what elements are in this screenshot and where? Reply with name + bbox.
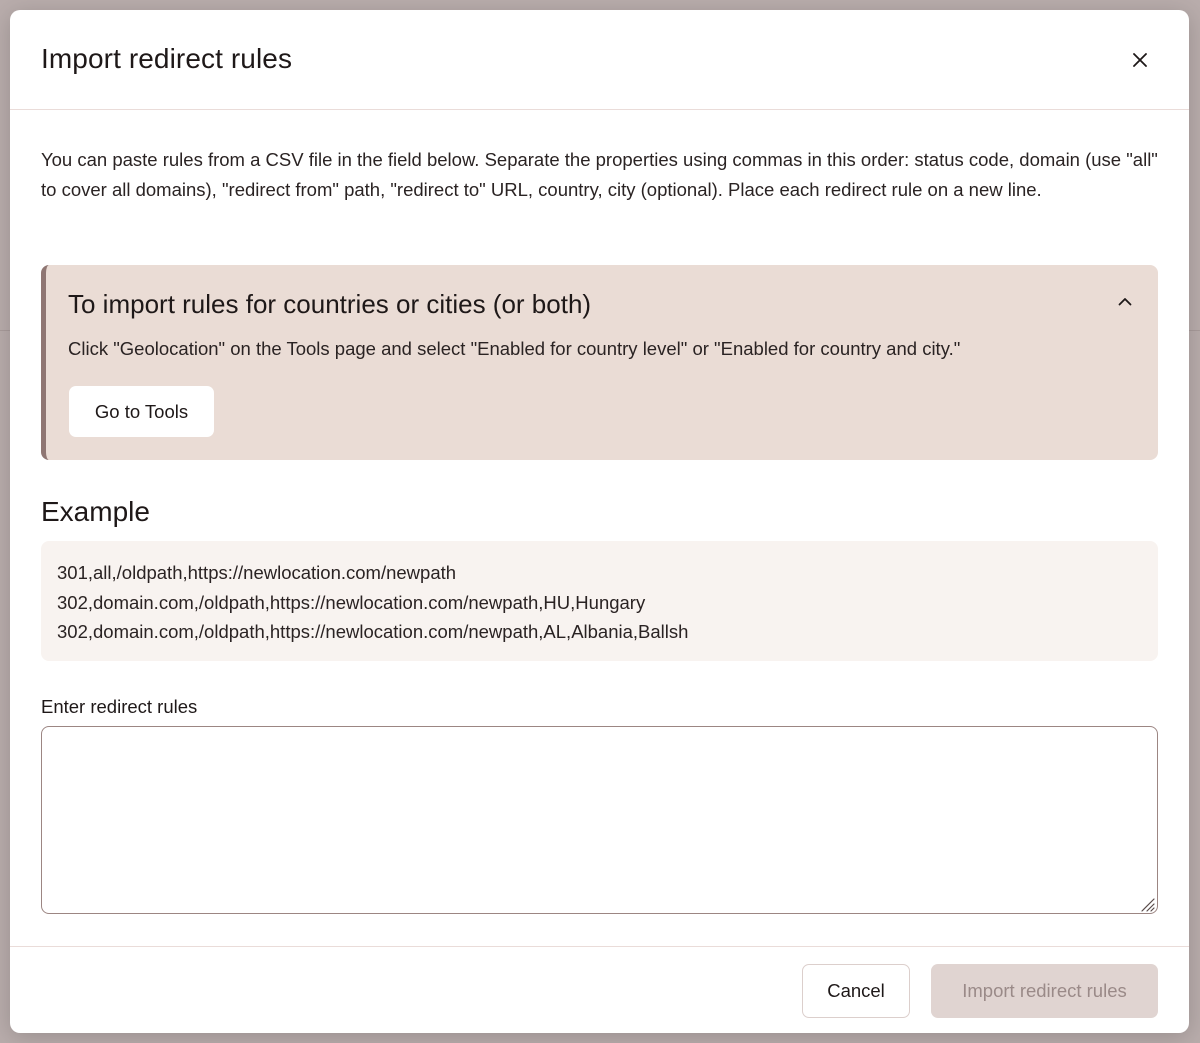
geolocation-callout: To import rules for countries or cities … bbox=[41, 265, 1158, 460]
example-code-block: 301,all,/oldpath,https://newlocation.com… bbox=[41, 541, 1158, 661]
resize-handle-icon[interactable] bbox=[1137, 894, 1155, 912]
modal-footer: Cancel Import redirect rules bbox=[10, 946, 1189, 1033]
callout-collapse-button[interactable] bbox=[1111, 287, 1139, 315]
example-line: 302,domain.com,/oldpath,https://newlocat… bbox=[57, 591, 646, 613]
example-title: Example bbox=[41, 496, 150, 527]
modal-title: Import redirect rules bbox=[41, 43, 293, 74]
rules-field-label: Enter redirect rules bbox=[41, 696, 198, 717]
cancel-button[interactable]: Cancel bbox=[802, 964, 910, 1018]
close-icon bbox=[1133, 53, 1147, 67]
go-to-tools-button[interactable]: Go to Tools bbox=[69, 386, 214, 437]
close-button[interactable] bbox=[1126, 46, 1154, 74]
example-line: 302,domain.com,/oldpath,https://newlocat… bbox=[57, 621, 689, 642]
import-redirect-rules-modal: Import redirect rules You can paste rule… bbox=[10, 10, 1189, 1033]
intro-text: You can paste rules from a CSV file in t… bbox=[41, 149, 1158, 200]
modal-header: Import redirect rules bbox=[10, 10, 1189, 110]
chevron-up-icon bbox=[1118, 297, 1132, 305]
example-line: 301,all,/oldpath,https://newlocation.com… bbox=[57, 562, 457, 583]
import-redirect-rules-button[interactable]: Import redirect rules bbox=[931, 964, 1158, 1018]
callout-title: To import rules for countries or cities … bbox=[68, 289, 592, 319]
redirect-rules-input[interactable] bbox=[41, 726, 1158, 914]
callout-text: Click "Geolocation" on the Tools page an… bbox=[68, 338, 961, 359]
